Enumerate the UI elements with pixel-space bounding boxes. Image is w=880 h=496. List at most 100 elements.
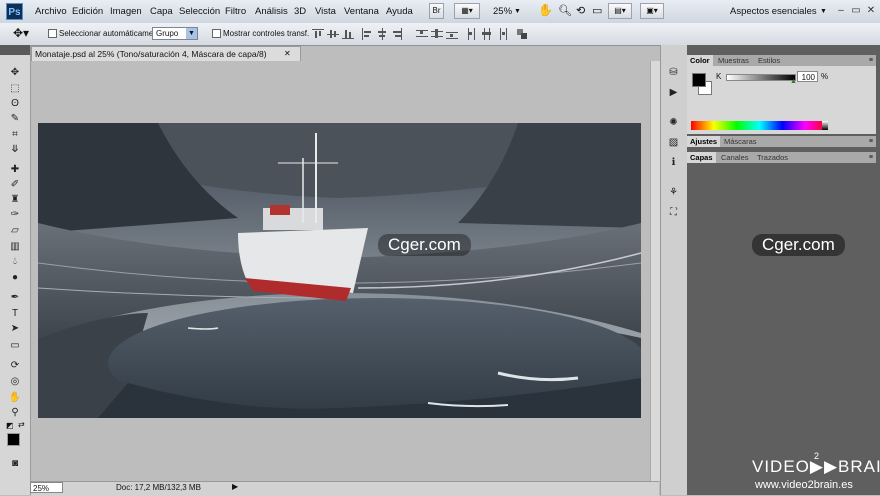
- foreground-color-swatch[interactable]: [7, 433, 20, 446]
- view-extras-button[interactable]: ▦▾: [454, 3, 480, 19]
- tab-estilos[interactable]: Estilos: [755, 55, 783, 66]
- eyedropper-tool-icon[interactable]: ⤋: [8, 143, 22, 156]
- align-bottom-icon[interactable]: [342, 28, 354, 40]
- menu-edicion[interactable]: Edición: [72, 6, 103, 17]
- document-tab[interactable]: Monataje.psd al 25% (Tono/saturación 4, …: [31, 46, 301, 61]
- info-panel-icon[interactable]: ℹ: [667, 157, 680, 169]
- restore-icon[interactable]: ▭: [849, 5, 863, 17]
- rotate-view-icon[interactable]: ⟲: [576, 4, 585, 17]
- show-transform-checkbox[interactable]: [212, 29, 221, 38]
- zoom-tool-icon[interactable]: ⚲: [8, 406, 22, 419]
- color-spectrum[interactable]: [691, 121, 828, 130]
- status-menu-icon[interactable]: ▶: [232, 482, 238, 491]
- chevron-down-icon[interactable]: ▼: [514, 8, 521, 15]
- align-top-icon[interactable]: [312, 28, 324, 40]
- tab-color[interactable]: Color: [687, 55, 713, 66]
- tools-panel-header[interactable]: [0, 45, 30, 55]
- vertical-scrollbar[interactable]: [650, 61, 660, 481]
- auto-select-dropdown[interactable]: Grupo ▼: [152, 27, 198, 40]
- tab-capas[interactable]: Capas: [687, 152, 716, 163]
- menu-filtro[interactable]: Filtro: [225, 6, 246, 17]
- 3d-orbit-tool-icon[interactable]: ◎: [8, 375, 22, 388]
- panel-menu-icon[interactable]: ≡: [869, 136, 873, 147]
- panel-menu-icon[interactable]: ≡: [869, 55, 873, 66]
- arrange-documents-button[interactable]: ▤▾: [608, 3, 632, 19]
- workspace-dropdown-icon[interactable]: ▼: [820, 8, 827, 15]
- status-zoom-field[interactable]: 25%: [30, 482, 63, 493]
- hand-tool-icon[interactable]: ✋: [8, 391, 22, 404]
- tab-ajustes[interactable]: Ajustes: [687, 136, 721, 147]
- align-left-icon[interactable]: [361, 28, 373, 40]
- close-document-icon[interactable]: ✕: [284, 49, 291, 58]
- tab-trazados[interactable]: Trazados: [754, 152, 791, 163]
- hand-tool-icon[interactable]: ✋: [538, 3, 553, 17]
- zoom-tool-icon[interactable]: 🔍︎: [558, 4, 572, 17]
- workspace-switcher[interactable]: Aspectos esenciales: [730, 6, 817, 17]
- photoshop-logo[interactable]: Ps: [6, 3, 23, 20]
- distribute-bottom-icon[interactable]: [446, 28, 458, 40]
- tab-mascaras[interactable]: Máscaras: [721, 136, 760, 147]
- menu-ayuda[interactable]: Ayuda: [386, 6, 413, 17]
- doc-size-info[interactable]: Doc: 17,2 MB/132,3 MB: [116, 483, 201, 492]
- type-tool-icon[interactable]: T: [8, 307, 22, 320]
- move-tool-icon[interactable]: ✥: [8, 66, 22, 79]
- k-value-field[interactable]: 100: [797, 71, 818, 82]
- healing-brush-tool-icon[interactable]: ✚: [8, 163, 22, 176]
- bridge-button[interactable]: Br: [429, 3, 444, 19]
- quick-mask-icon[interactable]: ◙: [8, 457, 22, 470]
- brushes-panel-icon[interactable]: ⚘: [667, 187, 680, 199]
- align-right-icon[interactable]: [391, 28, 403, 40]
- marquee-tool-icon[interactable]: ⬚: [8, 82, 22, 95]
- ruler-icon[interactable]: ▭: [592, 4, 602, 17]
- 3d-panel-icon[interactable]: ✺: [667, 117, 680, 129]
- panel-menu-icon[interactable]: ≡: [869, 152, 873, 163]
- close-icon[interactable]: ✕: [864, 5, 878, 17]
- menu-ventana[interactable]: Ventana: [344, 6, 379, 17]
- align-hcenter-icon[interactable]: [376, 28, 388, 40]
- screen-mode-button[interactable]: ▣▾: [640, 3, 664, 19]
- shape-tool-icon[interactable]: ▭: [8, 339, 22, 352]
- move-tool-preset-icon[interactable]: ✥▾: [13, 26, 29, 40]
- distribute-vcenter-icon[interactable]: [431, 28, 443, 40]
- minimize-icon[interactable]: –: [834, 5, 848, 17]
- menu-seleccion[interactable]: Selección: [179, 6, 220, 17]
- pen-tool-icon[interactable]: ✒: [8, 291, 22, 304]
- auto-select-checkbox[interactable]: [48, 29, 57, 38]
- menu-3d[interactable]: 3D: [294, 6, 306, 17]
- blur-tool-icon[interactable]: 💧︎: [8, 255, 22, 268]
- zoom-level[interactable]: 25%: [493, 6, 512, 17]
- quick-selection-tool-icon[interactable]: ✎: [8, 112, 22, 125]
- spectrum-black-white[interactable]: [822, 121, 828, 130]
- menu-vista[interactable]: Vista: [315, 6, 336, 17]
- menu-archivo[interactable]: Archivo: [35, 6, 67, 17]
- menu-imagen[interactable]: Imagen: [110, 6, 142, 17]
- history-brush-tool-icon[interactable]: ✑: [8, 208, 22, 221]
- swap-colors-icon[interactable]: ⇄: [18, 420, 25, 429]
- slider-thumb-icon[interactable]: ▲: [790, 78, 797, 85]
- color-panel-fg-swatch[interactable]: [692, 73, 706, 87]
- dodge-tool-icon[interactable]: ●: [8, 271, 22, 284]
- default-colors-icon[interactable]: ◩: [6, 421, 14, 430]
- distribute-right-icon[interactable]: [496, 28, 508, 40]
- distribute-top-icon[interactable]: [416, 28, 428, 40]
- path-selection-tool-icon[interactable]: ➤: [8, 322, 22, 335]
- lasso-tool-icon[interactable]: ʘ: [8, 97, 22, 110]
- actions-panel-icon[interactable]: ▶: [667, 87, 680, 99]
- gradient-tool-icon[interactable]: ▥: [8, 240, 22, 253]
- clone-source-panel-icon[interactable]: ⛶: [667, 207, 680, 219]
- document-image[interactable]: [38, 123, 641, 418]
- distribute-left-icon[interactable]: [466, 28, 478, 40]
- eraser-tool-icon[interactable]: ▱: [8, 224, 22, 237]
- menu-analisis[interactable]: Análisis: [255, 6, 288, 17]
- brush-tool-icon[interactable]: ✐: [8, 178, 22, 191]
- crop-tool-icon[interactable]: ⌗: [8, 128, 22, 141]
- clone-stamp-tool-icon[interactable]: ♜: [8, 193, 22, 206]
- menu-capa[interactable]: Capa: [150, 6, 173, 17]
- tab-muestras[interactable]: Muestras: [715, 55, 752, 66]
- auto-align-layers-icon[interactable]: [516, 28, 528, 40]
- navigator-panel-icon[interactable]: ▨: [667, 137, 680, 149]
- k-slider[interactable]: [726, 74, 796, 81]
- 3d-rotate-tool-icon[interactable]: ⟳: [8, 359, 22, 372]
- tab-canales[interactable]: Canales: [718, 152, 752, 163]
- distribute-hcenter-icon[interactable]: [481, 28, 493, 40]
